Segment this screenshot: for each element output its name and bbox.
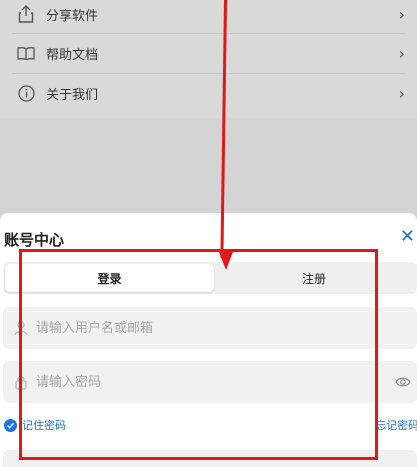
menu-item-label: 关于我们 [46, 87, 99, 103]
sheet-title: 账号中心 [4, 231, 65, 249]
chevron-right-icon: › [398, 4, 405, 24]
menu-item-label: 分享软件 [46, 8, 99, 24]
settings-menu: 分享软件 › 帮助文档 › 关于我们 › [0, 0, 417, 118]
share-icon [17, 5, 35, 23]
book-icon [17, 44, 35, 62]
menu-item-share[interactable]: 分享软件 › [0, 0, 417, 33]
chevron-right-icon: › [398, 83, 405, 103]
menu-item-about[interactable]: 关于我们 › [0, 74, 417, 112]
chevron-right-icon: › [398, 43, 405, 63]
menu-item-label: 帮助文档 [46, 47, 99, 63]
checkmark-icon[interactable] [4, 418, 17, 432]
eye-icon[interactable] [395, 374, 411, 390]
menu-item-help[interactable]: 帮助文档 › [0, 34, 417, 72]
annotation-highlight-box [19, 249, 378, 460]
close-icon[interactable]: ✕ [400, 226, 415, 247]
info-icon [17, 84, 35, 102]
forgot-password-link[interactable]: 忘记密码? [375, 417, 417, 433]
